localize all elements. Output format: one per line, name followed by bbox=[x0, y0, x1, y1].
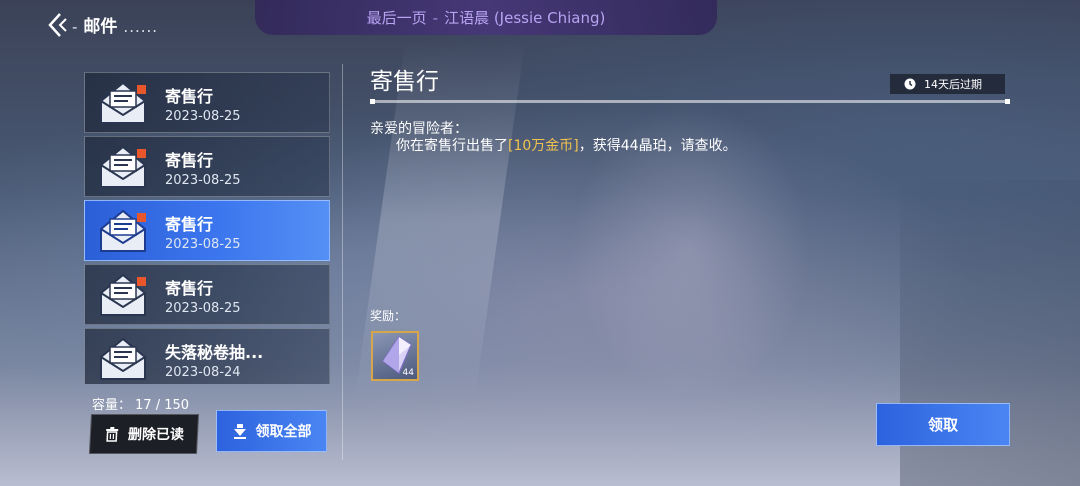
reward-label: 奖励： bbox=[370, 309, 407, 323]
banner-prefix: 最后一页 bbox=[366, 9, 427, 27]
claim-all-label: 领取全部 bbox=[255, 424, 312, 440]
back-button[interactable] bbox=[44, 10, 70, 40]
mail-title: 寄售行 bbox=[165, 279, 214, 298]
mail-title: 寄售行 bbox=[165, 215, 214, 234]
banner-separator: - bbox=[432, 8, 439, 27]
mail-date: 2023-08-25 bbox=[165, 173, 241, 188]
expiry-badge: 14天后过期 bbox=[890, 74, 1005, 94]
mail-item[interactable]: 寄售行 2023-08-25 bbox=[84, 136, 330, 197]
mail-title: 寄售行 bbox=[165, 151, 214, 170]
claim-all-button[interactable]: 领取全部 bbox=[216, 410, 327, 452]
mail-message: 你在寄售行出售了[10万金币]，获得44晶珀，请查收。 bbox=[396, 135, 737, 155]
capacity-label: 容量： bbox=[92, 398, 132, 413]
mail-item[interactable]: 失落秘卷抽... 2023-08-24 bbox=[84, 328, 330, 384]
back-arrow-icon bbox=[48, 13, 67, 37]
capacity-value: 17 / 150 bbox=[135, 398, 190, 413]
mail-title: 寄售行 bbox=[165, 87, 214, 106]
mail-date: 2023-08-25 bbox=[165, 301, 241, 316]
envelope-icon bbox=[97, 271, 149, 319]
reward-quantity: 44 bbox=[402, 368, 414, 378]
delete-read-button[interactable]: 删除已读 bbox=[88, 414, 200, 454]
envelope-icon bbox=[97, 143, 149, 191]
clock-icon bbox=[904, 78, 916, 90]
mail-date: 2023-08-25 bbox=[165, 237, 241, 252]
claim-label: 领取 bbox=[927, 416, 958, 434]
delete-read-label: 删除已读 bbox=[127, 427, 185, 443]
mail-list[interactable]: 寄售行 2023-08-25 寄售行 2023-08-25 寄售行 2023-0… bbox=[82, 64, 332, 384]
mail-item[interactable]: 寄售行 2023-08-25 bbox=[84, 72, 330, 133]
expiry-text: 14天后过期 bbox=[924, 78, 982, 91]
trash-icon bbox=[104, 426, 121, 442]
header-dash: - bbox=[72, 18, 78, 36]
download-arrow-icon bbox=[232, 423, 248, 439]
mail-item-selected[interactable]: 寄售行 2023-08-25 bbox=[84, 200, 330, 261]
mail-title: 失落秘卷抽... bbox=[165, 343, 264, 362]
envelope-icon bbox=[97, 335, 149, 383]
message-highlight: [10万金币] bbox=[508, 138, 579, 154]
banner-name: 江语晨 (Jessie Chiang) bbox=[444, 9, 606, 27]
top-banner: 最后一页 - 江语晨 (Jessie Chiang) bbox=[255, 0, 717, 35]
mail-detail-title: 寄售行 bbox=[370, 69, 439, 95]
mail-date: 2023-08-25 bbox=[165, 109, 241, 124]
header-dots: ...... bbox=[123, 18, 159, 36]
reward-item[interactable]: 44 bbox=[371, 331, 419, 381]
page-header: - 邮件 ...... bbox=[72, 12, 158, 37]
message-text: 你在寄售行出售了 bbox=[396, 138, 508, 154]
envelope-icon bbox=[97, 79, 149, 127]
message-text-end: ，获得44晶珀，请查收。 bbox=[578, 138, 737, 154]
detail-divider bbox=[370, 99, 1010, 104]
page-title: 邮件 bbox=[83, 17, 118, 37]
mail-date: 2023-08-24 bbox=[165, 365, 241, 380]
capacity-indicator: 容量： 17 / 150 bbox=[92, 394, 189, 413]
claim-button[interactable]: 领取 bbox=[876, 403, 1010, 446]
mail-item[interactable]: 寄售行 2023-08-25 bbox=[84, 264, 330, 325]
panel-divider bbox=[342, 64, 343, 460]
envelope-icon bbox=[97, 207, 149, 255]
